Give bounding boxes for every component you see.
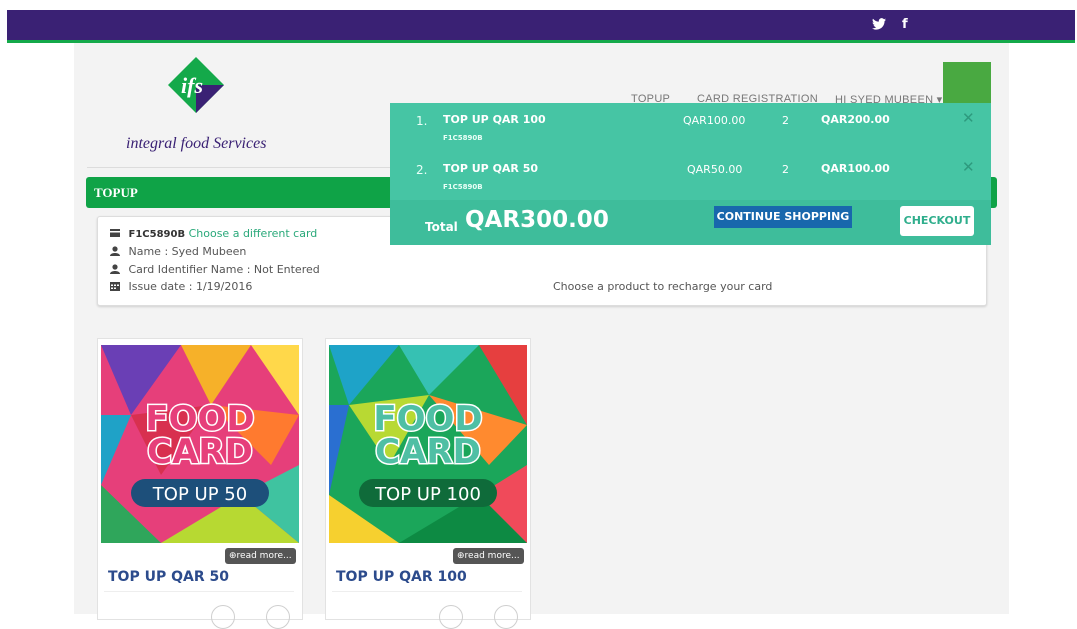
top-bar: [7, 10, 1075, 43]
cart-item-unit-price: QAR100.00: [683, 114, 746, 127]
product-image[interactable]: FOOD CARD TOP UP 50: [101, 345, 299, 543]
cart-total-value: QAR300.00: [465, 207, 609, 233]
banner-topup-text: TOP UP 100: [374, 484, 481, 505]
card-identifier-row: Card Identifier Name : Not Entered: [110, 263, 320, 276]
cart-toggle-button[interactable]: [943, 62, 991, 104]
brand-logo[interactable]: ifs integral food Services: [120, 55, 280, 160]
product-title[interactable]: TOP UP QAR 50: [108, 569, 229, 585]
facebook-icon[interactable]: f: [902, 17, 908, 32]
cart-item: 1. TOP UP QAR 100 F1C5890B QAR100.00 2 Q…: [390, 103, 991, 152]
plus-circle-icon: ⊕: [457, 551, 465, 561]
checkout-button[interactable]: CHECKOUT: [900, 206, 974, 236]
banner-card-text: CARD: [147, 432, 253, 472]
product-divider: [104, 591, 294, 592]
increase-qty-button[interactable]: [266, 605, 290, 629]
decrease-qty-button[interactable]: [439, 605, 463, 629]
cart-item: 2. TOP UP QAR 50 F1C5890B QAR50.00 2 QAR…: [390, 152, 991, 201]
card-number-row: F1C5890B Choose a different card: [110, 227, 317, 240]
credit-card-icon: [110, 229, 120, 237]
cart-item-unit-price: QAR50.00: [687, 163, 743, 176]
cart-footer: Total QAR300.00 CONTINUE SHOPPING CHECKO…: [390, 200, 991, 245]
banner-topup-text: TOP UP 50: [152, 484, 247, 505]
read-more-label: read more...: [464, 551, 520, 561]
product-divider: [332, 591, 522, 592]
banner-card-text: CARD: [375, 432, 481, 472]
issue-date: Issue date : 1/19/2016: [128, 280, 253, 293]
read-more-label: read more...: [236, 551, 292, 561]
twitter-icon[interactable]: [872, 18, 886, 30]
remove-item-icon[interactable]: ✕: [962, 109, 975, 127]
increase-qty-button[interactable]: [494, 605, 518, 629]
cart-item-total: QAR100.00: [821, 162, 890, 175]
card-number: F1C5890B: [128, 229, 186, 240]
cart-item-total: QAR200.00: [821, 113, 890, 126]
cart-item-qty: 2: [782, 163, 789, 176]
svg-text:ifs: ifs: [181, 73, 203, 98]
calendar-icon: [110, 282, 120, 291]
read-more-button[interactable]: ⊕read more...: [225, 548, 296, 564]
cart-item-number: 1.: [416, 114, 428, 128]
read-more-button[interactable]: ⊕read more...: [453, 548, 524, 564]
cart-dropdown: 1. TOP UP QAR 100 F1C5890B QAR100.00 2 Q…: [390, 103, 991, 245]
card-name-row: Name : Syed Mubeen: [110, 245, 246, 258]
cart-item-qty: 2: [782, 114, 789, 127]
brand-name: integral food Services: [126, 135, 267, 152]
issue-date-row: Issue date : 1/19/2016: [110, 280, 252, 293]
cart-item-code: F1C5890B: [443, 134, 483, 142]
cart-item-code: F1C5890B: [443, 183, 483, 191]
section-title: TOPUP: [94, 185, 138, 200]
user-icon: [110, 264, 120, 274]
product-card[interactable]: FOOD CARD TOP UP 50 ⊕read more... TOP UP…: [97, 338, 303, 629]
product-card[interactable]: FOOD CARD TOP UP 100 ⊕read more... TOP U…: [325, 338, 531, 629]
card-identifier-name: Card Identifier Name : Not Entered: [128, 263, 320, 276]
cart-item-name[interactable]: TOP UP QAR 50: [443, 162, 538, 175]
cart-total-label: Total: [425, 220, 458, 234]
remove-item-icon[interactable]: ✕: [962, 158, 975, 176]
decrease-qty-button[interactable]: [211, 605, 235, 629]
recharge-instruction: Choose a product to recharge your card: [553, 280, 773, 293]
choose-different-card-link[interactable]: Choose a different card: [189, 227, 318, 240]
plus-circle-icon: ⊕: [229, 551, 237, 561]
product-image[interactable]: FOOD CARD TOP UP 100: [329, 345, 527, 543]
card-holder-name: Name : Syed Mubeen: [128, 245, 247, 258]
cart-item-name[interactable]: TOP UP QAR 100: [443, 113, 546, 126]
product-title[interactable]: TOP UP QAR 100: [336, 569, 467, 585]
continue-shopping-button[interactable]: CONTINUE SHOPPING: [714, 206, 852, 228]
user-icon: [110, 246, 120, 256]
cart-item-number: 2.: [416, 163, 428, 177]
